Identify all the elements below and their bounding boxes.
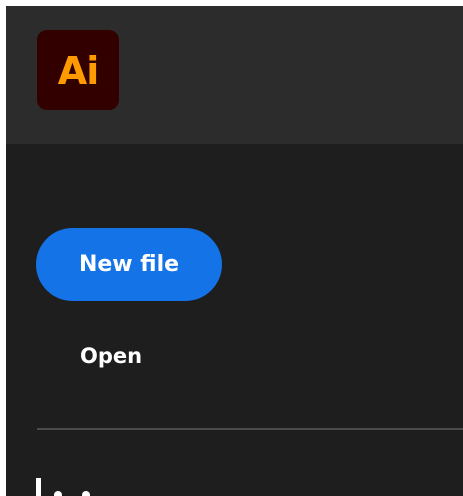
new-file-button[interactable]: New file [36,228,222,301]
logo-text: Ai [57,49,99,93]
illustrator-logo-icon: Ai [37,30,119,110]
app-header: Ai [6,6,463,144]
cut-off-section-heading [24,474,114,496]
heading-glyph-fragment [54,491,62,496]
heading-glyph-fragment [82,491,90,496]
section-divider [37,428,463,430]
app-window: Ai New file Open [6,6,463,496]
heading-glyph-fragment [36,478,41,496]
open-button[interactable]: Open [80,341,142,371]
